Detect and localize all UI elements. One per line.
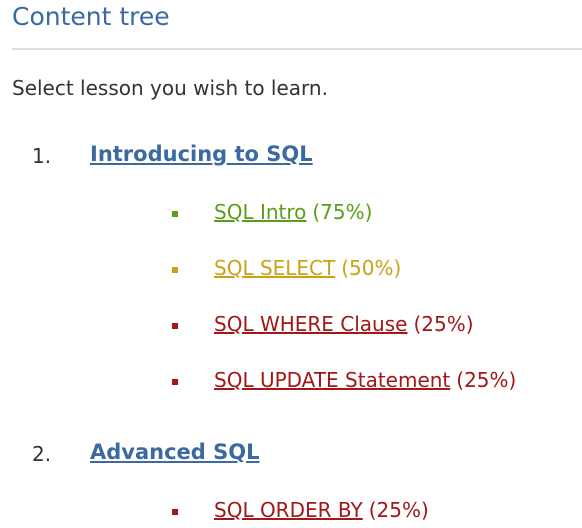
lesson-link[interactable]: SQL WHERE Clause bbox=[214, 312, 407, 336]
lesson-progress: (25%) bbox=[413, 312, 474, 336]
section-number: 2. bbox=[32, 442, 52, 466]
bullet-icon bbox=[172, 509, 178, 515]
lesson-progress: (25%) bbox=[368, 498, 429, 522]
intro-text: Select lesson you wish to learn. bbox=[12, 76, 328, 100]
lesson-link[interactable]: SQL Intro bbox=[214, 200, 306, 224]
bullet-icon bbox=[172, 323, 178, 329]
lesson-link[interactable]: SQL UPDATE Statement bbox=[214, 368, 450, 392]
section-title-link[interactable]: Advanced SQL bbox=[90, 440, 260, 464]
lesson-progress: (50%) bbox=[341, 256, 402, 280]
section-number: 1. bbox=[32, 144, 52, 168]
page-title: Content tree bbox=[12, 2, 170, 31]
lesson-progress: (25%) bbox=[456, 368, 517, 392]
lesson-link[interactable]: SQL ORDER BY bbox=[214, 498, 363, 522]
bullet-icon bbox=[172, 267, 178, 273]
lesson-progress: (75%) bbox=[312, 200, 373, 224]
bullet-icon bbox=[172, 379, 178, 385]
section-title-link[interactable]: Introducing to SQL bbox=[90, 142, 313, 166]
lesson-link[interactable]: SQL SELECT bbox=[214, 256, 335, 280]
content-tree-header: Content tree bbox=[12, 0, 582, 50]
bullet-icon bbox=[172, 211, 178, 217]
